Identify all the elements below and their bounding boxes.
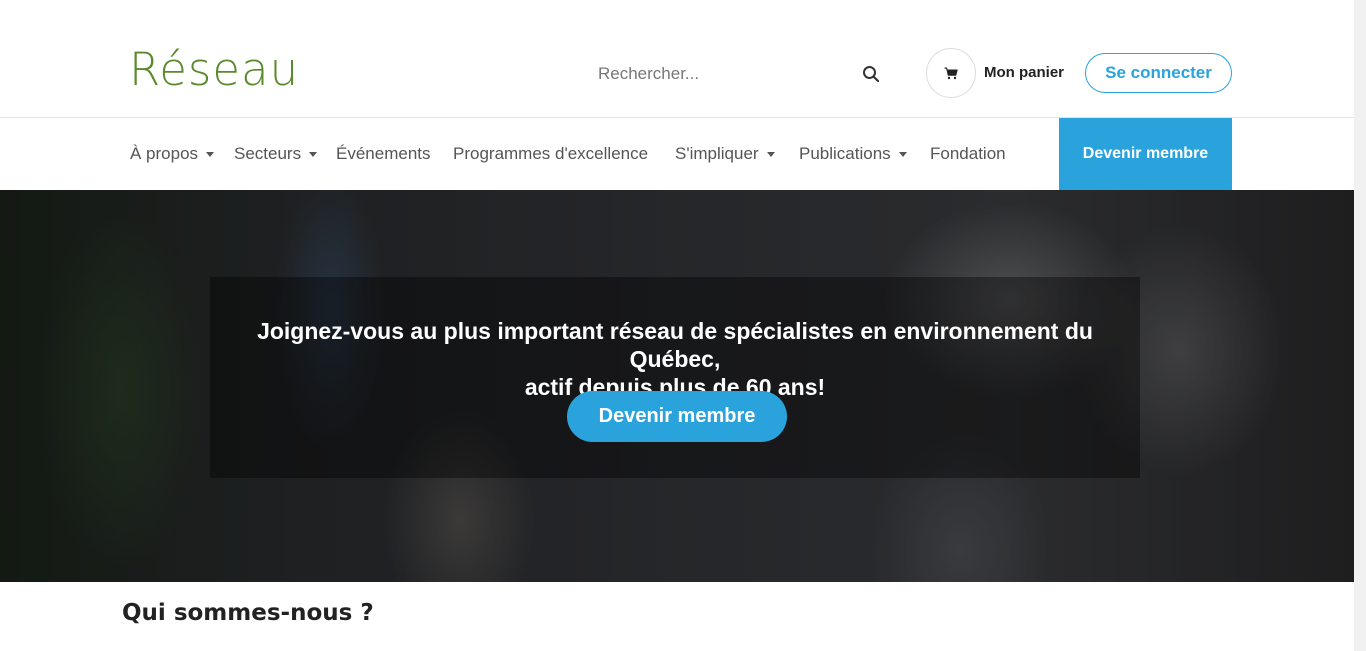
become-member-nav-button[interactable]: Devenir membre — [1059, 118, 1232, 190]
nav-item-label: Secteurs — [234, 144, 302, 163]
nav-item-label: Publications — [799, 144, 891, 163]
cart-label[interactable]: Mon panier — [984, 64, 1064, 81]
hero-banner: Joignez-vous au plus important réseau de… — [0, 190, 1354, 582]
chevron-down-icon — [206, 152, 215, 158]
nav-item-fondation[interactable]: Fondation — [930, 144, 1006, 164]
hero-headline-line1: Joignez-vous au plus important réseau de… — [257, 318, 1093, 372]
nav-item-label: Programmes d'excellence — [453, 144, 649, 163]
hero-headline: Joignez-vous au plus important réseau de… — [210, 317, 1140, 401]
login-button[interactable]: Se connecter — [1085, 53, 1232, 93]
nav-item-s-impliquer[interactable]: S'impliquer — [675, 144, 775, 164]
nav-item-a-propos[interactable]: À propos — [130, 144, 215, 164]
chevron-down-icon — [766, 152, 775, 158]
cart-button[interactable] — [926, 48, 976, 98]
cart-icon — [944, 67, 958, 79]
search-icon[interactable] — [862, 65, 880, 83]
nav-item-label: S'impliquer — [675, 144, 759, 163]
page-scrollbar[interactable] — [1354, 0, 1366, 651]
nav-item-label: À propos — [130, 144, 199, 163]
nav-item-programmes[interactable]: Programmes d'excellence — [453, 144, 648, 164]
about-section-title: Qui sommes-nous ? — [122, 600, 374, 626]
nav-item-evenements[interactable]: Événements — [336, 144, 431, 164]
top-header: Réseau Mon panier Se connecter — [0, 0, 1366, 118]
hero-text-box: Joignez-vous au plus important réseau de… — [210, 277, 1140, 478]
nav-item-label: Événements — [336, 144, 431, 163]
nav-item-secteurs[interactable]: Secteurs — [234, 144, 318, 164]
chevron-down-icon — [309, 152, 318, 158]
nav-item-label: Fondation — [930, 144, 1006, 163]
search-bar — [584, 54, 894, 94]
site-logo[interactable]: Réseau — [129, 44, 299, 96]
hero-become-member-button[interactable]: Devenir membre — [567, 391, 787, 442]
chevron-down-icon — [898, 152, 907, 158]
search-input[interactable] — [584, 54, 894, 94]
nav-item-publications[interactable]: Publications — [799, 144, 907, 164]
main-nav: À propos Secteurs Événements Programmes … — [0, 118, 1366, 190]
